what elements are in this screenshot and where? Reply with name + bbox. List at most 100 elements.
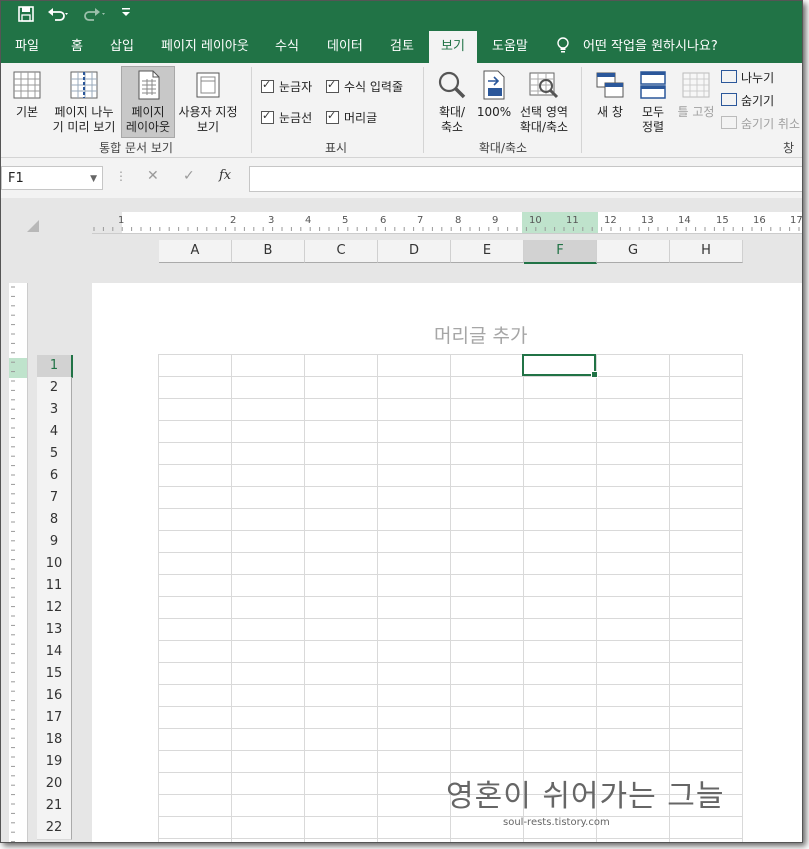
zoom-label-2: 축소 xyxy=(440,120,464,134)
column-header-c[interactable]: C xyxy=(305,240,378,263)
row-header-13[interactable]: 13 xyxy=(37,619,72,642)
fill-handle[interactable] xyxy=(591,371,598,378)
row-header-11[interactable]: 11 xyxy=(37,575,72,598)
row-header-18[interactable]: 18 xyxy=(37,729,72,752)
tab-home[interactable]: 홈 xyxy=(71,31,83,63)
title-bar xyxy=(1,1,802,31)
ruler-tick-label: 1 xyxy=(118,215,125,226)
column-header-e[interactable]: E xyxy=(451,240,524,263)
row-header-17[interactable]: 17 xyxy=(37,707,72,730)
headings-label: 머리글 xyxy=(344,111,378,125)
custom-views-button[interactable]: 사용자 지정 보기 xyxy=(175,67,241,135)
row-header-7[interactable]: 7 xyxy=(37,487,72,510)
row-header-1[interactable]: 1 xyxy=(37,355,73,378)
row-header-14[interactable]: 14 xyxy=(37,641,72,664)
formula-bar-checkbox[interactable]: 수식 입력줄 xyxy=(326,78,403,95)
ruler-tick-label: 17 xyxy=(790,215,803,226)
redo-icon[interactable] xyxy=(83,5,107,29)
ruler-tick-label: 13 xyxy=(641,215,654,226)
column-header-h[interactable]: H xyxy=(670,240,743,263)
cell-grid[interactable] xyxy=(158,354,748,843)
ruler-tick-label: 7 xyxy=(417,215,424,226)
page-layout-view-button[interactable]: 페이지 레이아웃 xyxy=(121,66,175,138)
ruler-checkbox[interactable]: 눈금자 xyxy=(261,78,312,95)
column-header-d[interactable]: D xyxy=(378,240,451,263)
unhide-button[interactable]: 숨기기 취소 xyxy=(721,115,800,132)
check-icon xyxy=(261,78,274,93)
ruler-tick-label: 6 xyxy=(380,215,387,226)
watermark-title: 영혼이 쉬어가는 그늘 xyxy=(446,779,725,814)
formula-input[interactable] xyxy=(249,166,802,192)
arrange-all-label-2: 정렬 xyxy=(641,120,665,134)
row-header-16[interactable]: 16 xyxy=(37,685,72,708)
ruler-tick-label: 9 xyxy=(492,215,499,226)
insert-function-icon[interactable]: fx xyxy=(219,168,231,183)
column-header-g[interactable]: G xyxy=(597,240,670,263)
custom-views-icon xyxy=(196,72,220,98)
chevron-down-icon[interactable]: ▼ xyxy=(90,167,97,191)
tab-review[interactable]: 검토 xyxy=(390,31,414,63)
tab-help[interactable]: 도움말 xyxy=(492,31,528,63)
arrange-all-button[interactable]: 모두 정렬 xyxy=(635,67,671,135)
header-placeholder[interactable]: 머리글 추가 xyxy=(434,321,527,348)
gridlines-checkbox[interactable]: 눈금선 xyxy=(261,109,312,126)
selected-cell-f1[interactable] xyxy=(522,354,598,378)
ruler-tick-label: 10 xyxy=(529,215,542,226)
split-icon xyxy=(721,70,737,83)
customize-icon[interactable] xyxy=(121,5,131,27)
ribbon-separator xyxy=(251,67,252,153)
workbook-views-group-label: 통합 문서 보기 xyxy=(99,141,173,155)
column-header-a[interactable]: A xyxy=(159,240,232,263)
tell-me-box[interactable]: 어떤 작업을 원하시나요? xyxy=(583,31,718,63)
row-header-8[interactable]: 8 xyxy=(37,509,72,532)
ruler-tick-label: 4 xyxy=(305,215,312,226)
tab-data[interactable]: 데이터 xyxy=(327,31,363,63)
cancel-icon[interactable]: ✕ xyxy=(147,168,159,184)
enter-icon[interactable]: ✓ xyxy=(183,168,195,184)
row-header-20[interactable]: 20 xyxy=(37,773,72,796)
magnifier-icon xyxy=(438,71,466,99)
custom-views-label-2: 보기 xyxy=(196,120,220,134)
split-button[interactable]: 나누기 xyxy=(721,69,774,86)
zoom-selection-button[interactable]: 선택 영역 확대/축소 xyxy=(515,67,573,135)
undo-icon[interactable] xyxy=(47,5,71,29)
row-header-5[interactable]: 5 xyxy=(37,443,72,466)
zoom-button[interactable]: 확대/ 축소 xyxy=(432,67,472,135)
check-icon xyxy=(326,78,339,93)
headings-checkbox[interactable]: 머리글 xyxy=(326,109,377,126)
column-header-f[interactable]: F xyxy=(524,240,597,264)
horizontal-ruler: 1 2 3 4 5 6 7 8 9 10 11 12 13 14 15 16 17 xyxy=(92,212,802,234)
row-header-10[interactable]: 10 xyxy=(37,553,72,576)
ruler-tick-label: 8 xyxy=(455,215,462,226)
new-window-button[interactable]: 새 창 xyxy=(592,67,628,120)
zoom-100-button[interactable]: 100% xyxy=(476,67,512,120)
formula-bar: F1 ▼ ⋮ ✕ ✓ fx xyxy=(1,158,802,198)
row-header-21[interactable]: 21 xyxy=(37,795,72,818)
row-header-12[interactable]: 12 xyxy=(37,597,72,620)
tab-file[interactable]: 파일 xyxy=(15,31,39,63)
tab-insert[interactable]: 삽입 xyxy=(110,31,134,63)
hide-button[interactable]: 숨기기 xyxy=(721,92,774,109)
row-header-4[interactable]: 4 xyxy=(37,421,72,444)
save-icon[interactable] xyxy=(17,5,35,29)
gridlines-label: 눈금선 xyxy=(279,111,313,125)
row-header-22[interactable]: 22 xyxy=(37,817,72,840)
ruler-tick-label: 14 xyxy=(678,215,691,226)
tab-view[interactable]: 보기 xyxy=(429,31,477,63)
tab-formulas[interactable]: 수식 xyxy=(275,31,299,63)
page-break-preview-button[interactable]: 페이지 나누 기 미리 보기 xyxy=(49,67,119,135)
row-header-3[interactable]: 3 xyxy=(37,399,72,422)
name-box[interactable]: F1 ▼ xyxy=(1,166,103,190)
row-header-15[interactable]: 15 xyxy=(37,663,72,686)
tab-page-layout[interactable]: 페이지 레이아웃 xyxy=(161,31,249,63)
row-header-6[interactable]: 6 xyxy=(37,465,72,488)
select-all-corner[interactable] xyxy=(27,220,39,232)
row-header-19[interactable]: 19 xyxy=(37,751,72,774)
freeze-panes-button[interactable]: 틀 고정 xyxy=(674,67,718,120)
column-header-b[interactable]: B xyxy=(232,240,305,263)
row-header-2[interactable]: 2 xyxy=(37,377,72,400)
formula-bar-label: 수식 입력줄 xyxy=(344,80,404,94)
row-header-9[interactable]: 9 xyxy=(37,531,72,554)
arrange-all-label-1: 모두 xyxy=(641,105,665,119)
normal-view-button[interactable]: 기본 xyxy=(9,67,45,120)
